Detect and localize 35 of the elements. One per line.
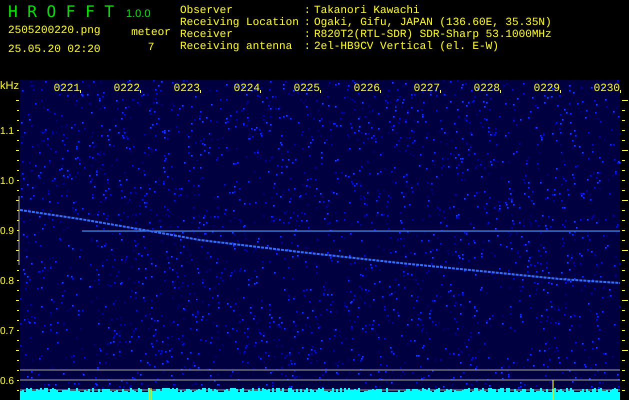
unit-label: kHz <box>0 80 19 92</box>
frequency-label: 1.0 <box>0 176 14 187</box>
detection-count: 7 <box>148 42 154 54</box>
file-name: 2505200220.png <box>8 25 102 37</box>
time-label: 0223 <box>174 83 200 95</box>
info-value: R820T2(RTL-SDR) SDR-Sharp 53.1000MHz <box>314 29 552 41</box>
time-label: 0224 <box>234 83 260 95</box>
time-label: 0229 <box>534 83 560 95</box>
info-value: Takanori Kawachi <box>314 5 421 17</box>
time-label: 0230 <box>594 83 620 95</box>
info-label: Observer <box>180 5 234 17</box>
info-label: Receiving antenna <box>180 41 294 53</box>
colon-separator: : <box>304 29 312 41</box>
date-time: 25.05.20 02:20 <box>8 44 102 56</box>
frequency-label: 0.9 <box>0 226 14 237</box>
app-version: 1.0.0 <box>126 7 150 21</box>
frequency-label: 0.8 <box>0 276 14 287</box>
frequency-label: 1.1 <box>0 126 14 137</box>
app-title: H R O F F T <box>8 3 114 21</box>
colon-separator: : <box>304 17 312 29</box>
time-label: 0226 <box>354 83 380 95</box>
info-label: Receiver <box>180 29 234 41</box>
colon-separator: : <box>304 5 312 17</box>
frequency-label: 0.6 <box>0 376 14 387</box>
detection-label: meteor <box>131 27 171 39</box>
frequency-label: 0.7 <box>0 326 14 337</box>
time-label: 0222 <box>114 83 140 95</box>
time-label: 0228 <box>474 83 500 95</box>
time-label: 0227 <box>414 83 440 95</box>
info-value: Ogaki, Gifu, JAPAN (136.60E, 35.35N) <box>314 17 552 29</box>
time-label: 0225 <box>294 83 320 95</box>
time-label: 0221 <box>54 83 80 95</box>
info-label: Receiving Location <box>180 17 300 29</box>
colon-separator: : <box>304 41 312 53</box>
info-value: 2el-HB9CV Vertical (el. E-W) <box>314 41 500 53</box>
